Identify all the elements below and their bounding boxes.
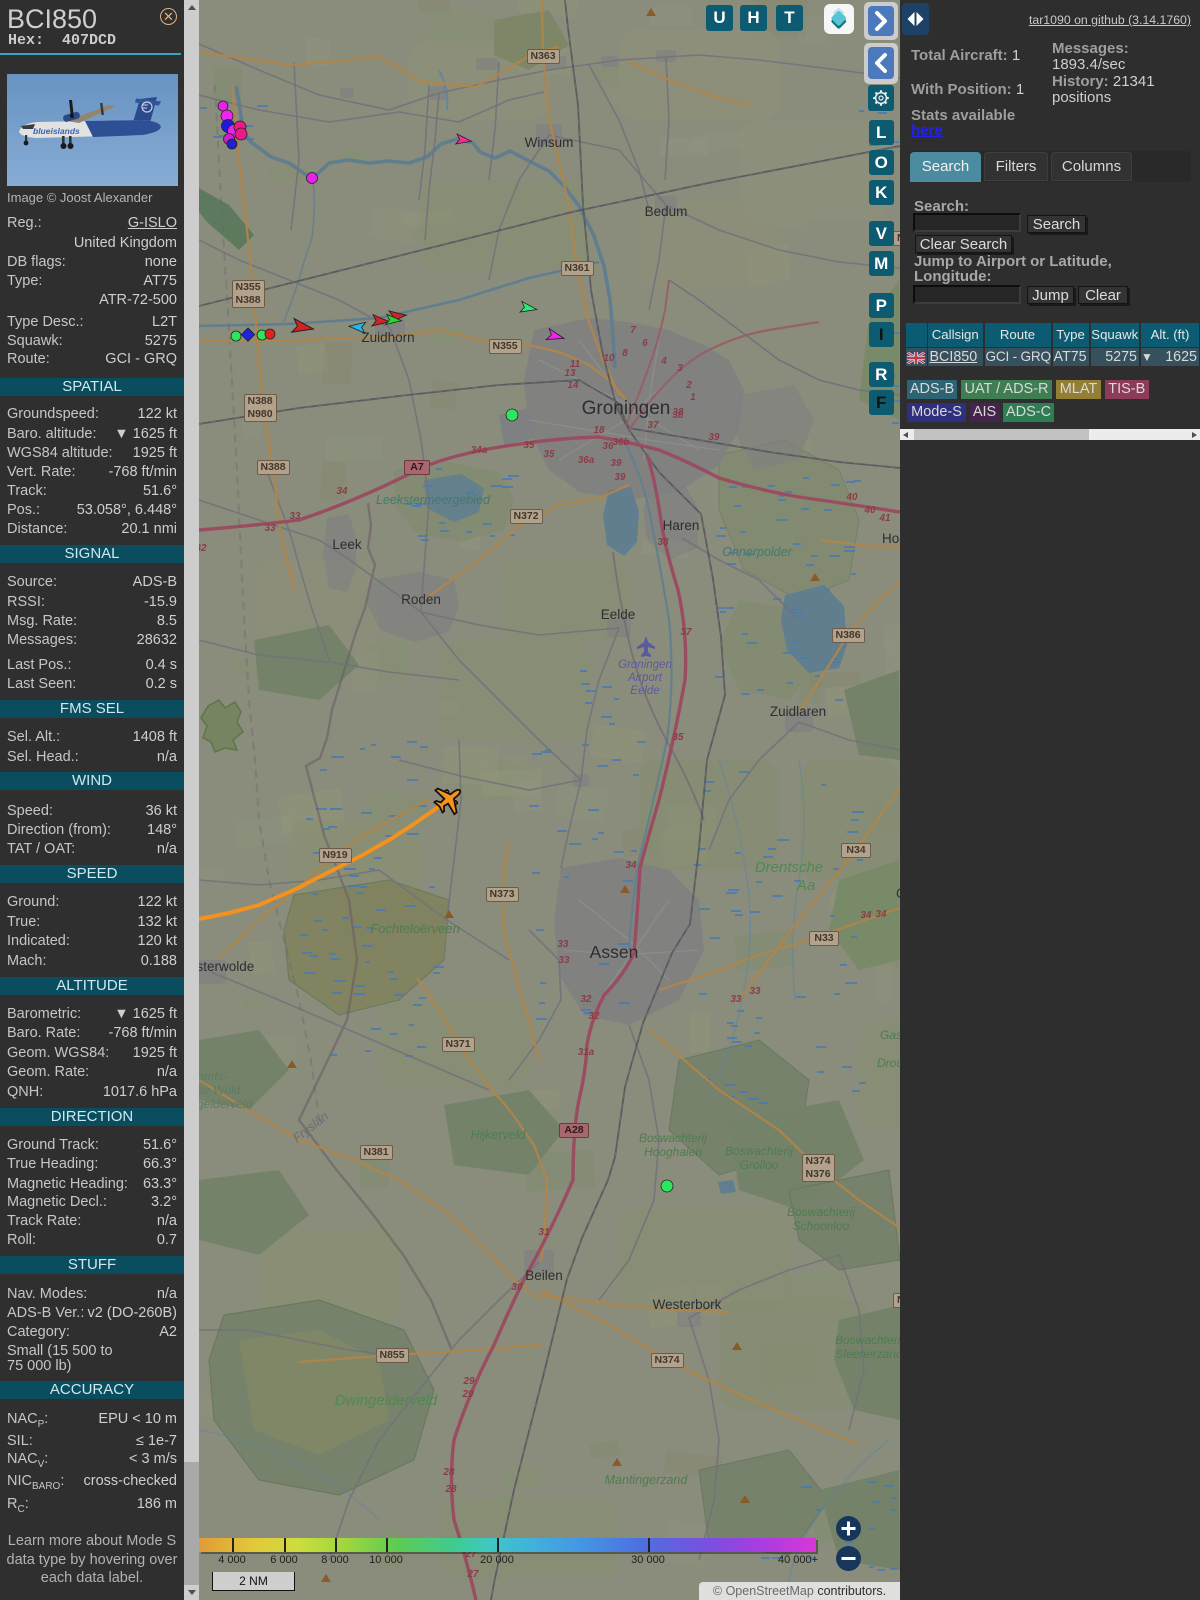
svg-text:Boswachterij: Boswachterij [835,1333,900,1347]
svg-text:27: 27 [467,1569,479,1580]
svg-text:18: 18 [594,425,605,436]
svg-text:38: 38 [673,407,684,418]
svg-text:Drentsche: Drentsche [755,859,823,876]
svg-text:14: 14 [568,380,579,391]
svg-text:39: 39 [611,458,622,469]
svg-text:33: 33 [559,955,570,966]
svg-text:3: 3 [677,363,683,374]
svg-text:31a: 31a [578,1047,595,1058]
svg-text:Eelde: Eelde [630,685,659,697]
svg-text:34: 34 [337,486,348,497]
svg-text:Dwingelderveld: Dwingelderveld [335,1392,438,1409]
svg-text:4: 4 [660,356,667,367]
svg-text:Airport: Airport [627,672,663,684]
svg-text:34: 34 [861,910,872,921]
svg-text:33: 33 [290,511,301,522]
svg-text:Beilen: Beilen [525,1268,563,1283]
svg-text:36a: 36a [578,455,595,466]
svg-text:37: 37 [681,627,692,638]
svg-text:29: 29 [462,1389,474,1400]
svg-text:31: 31 [539,1227,550,1238]
svg-text:Groningen: Groningen [618,659,672,671]
svg-text:Roden: Roden [401,592,441,607]
svg-text:2: 2 [685,380,692,391]
svg-text:10: 10 [604,353,615,364]
svg-text:Zuidhorn: Zuidhorn [361,330,414,345]
svg-text:se Wold: se Wold [199,1083,241,1097]
svg-text:gelderveld: gelderveld [199,1097,253,1111]
svg-text:35: 35 [524,440,535,451]
svg-text:Mantingerzand: Mantingerzand [605,1473,689,1487]
svg-text:6: 6 [642,338,648,349]
svg-text:Drouwene: Drouwene [877,1056,900,1070]
svg-text:Winsum: Winsum [525,135,574,150]
svg-text:33: 33 [750,986,761,997]
svg-text:Fryslân: Fryslân [290,1109,331,1145]
svg-text:32: 32 [589,1011,600,1022]
svg-text:1: 1 [690,392,695,403]
svg-text:40: 40 [864,505,876,516]
svg-text:38: 38 [658,537,669,548]
svg-text:39: 39 [615,472,626,483]
svg-text:8: 8 [622,348,628,359]
svg-text:Leekstermeergebied: Leekstermeergebied [376,493,491,507]
svg-text:32: 32 [581,994,592,1005]
svg-text:36b: 36b [613,437,630,448]
svg-text:28: 28 [443,1467,455,1478]
svg-text:Aa: Aa [796,877,815,894]
svg-text:Boswachterij: Boswachterij [639,1131,707,1145]
svg-text:Fochteloërveen: Fochteloërveen [370,921,460,936]
svg-text:osterwolde: osterwolde [199,959,254,974]
svg-text:29: 29 [463,1376,475,1387]
svg-text:39: 39 [709,432,720,443]
svg-text:35: 35 [673,732,684,743]
svg-text:Grolloo: Grolloo [740,1158,779,1172]
svg-text:34: 34 [876,909,887,920]
svg-text:Eelde: Eelde [601,607,636,622]
svg-text:Leek: Leek [332,537,362,552]
svg-text:blueislands: blueislands [33,126,80,136]
svg-text:37: 37 [648,420,659,431]
svg-text:34: 34 [626,860,637,871]
svg-text:35: 35 [544,449,555,460]
svg-text:32: 32 [199,543,207,554]
svg-text:34a: 34a [471,445,488,456]
svg-text:13: 13 [565,368,576,379]
svg-text:33: 33 [731,994,742,1005]
svg-text:Onnerpolder: Onnerpolder [722,545,792,559]
svg-text:Schoonloo: Schoonloo [793,1219,850,1233]
svg-text:33: 33 [558,939,569,950]
svg-text:Bedum: Bedum [645,204,688,219]
svg-text:Gasselter: Gasselter [880,1028,900,1042]
svg-text:Sleenerzand: Sleenerzand [835,1347,900,1361]
svg-text:Westerbork: Westerbork [653,1297,722,1312]
svg-text:Hijkerveld: Hijkerveld [471,1128,527,1142]
svg-text:Boswachterij: Boswachterij [725,1144,793,1158]
svg-text:Boswachterij: Boswachterij [787,1205,855,1219]
svg-text:40: 40 [846,492,858,503]
svg-text:Zuidlaren: Zuidlaren [770,704,826,719]
svg-text:33: 33 [265,523,276,534]
svg-text:Hooghalen: Hooghalen [644,1145,702,1159]
svg-text:rents-: rents- [199,1069,228,1083]
svg-text:41: 41 [879,513,891,524]
svg-text:28: 28 [445,1484,457,1495]
svg-text:Groningen: Groningen [582,398,671,419]
svg-text:Haren: Haren [663,518,700,533]
svg-text:30: 30 [512,1282,523,1293]
svg-text:7: 7 [630,325,636,336]
svg-text:Hooge: Hooge [882,531,900,546]
svg-text:Assen: Assen [590,942,639,962]
